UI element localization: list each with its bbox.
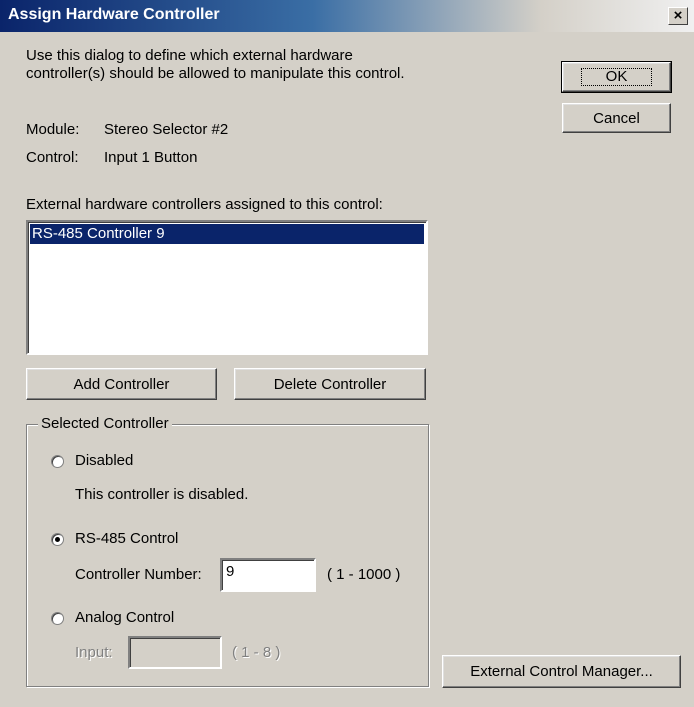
module-label: Module: — [26, 121, 80, 138]
external-control-manager-button[interactable]: External Control Manager... — [442, 655, 681, 688]
control-value: Input 1 Button — [104, 149, 198, 166]
analog-input-range: ( 1 - 8 ) — [232, 644, 281, 661]
add-controller-label: Add Controller — [73, 375, 170, 393]
close-icon: × — [673, 7, 683, 24]
control-label: Control: — [26, 149, 79, 166]
cancel-button[interactable]: Cancel — [562, 103, 671, 133]
delete-controller-label: Delete Controller — [273, 375, 387, 393]
external-control-manager-label: External Control Manager... — [470, 663, 653, 680]
ok-button[interactable]: OK — [561, 61, 672, 93]
add-controller-button[interactable]: Add Controller — [26, 368, 217, 400]
radio-selected-dot — [55, 537, 60, 542]
analog-input-field[interactable] — [128, 636, 222, 669]
selected-controller-group-label: Selected Controller — [38, 415, 172, 432]
list-item[interactable]: RS-485 Controller 9 — [30, 224, 424, 244]
controller-number-label: Controller Number: — [75, 566, 202, 583]
intro-text-line1: Use this dialog to define which external… — [26, 47, 353, 64]
module-value: Stereo Selector #2 — [104, 121, 229, 138]
controllers-listbox[interactable]: RS-485 Controller 9 — [26, 220, 428, 355]
window-title: Assign Hardware Controller — [8, 6, 220, 23]
dialog-window: Assign Hardware Controller × Use this di… — [0, 0, 694, 707]
intro-text-line2: controller(s) should be allowed to manip… — [26, 65, 405, 82]
cancel-button-label: Cancel — [593, 109, 640, 127]
analog-radio-label[interactable]: Analog Control — [75, 609, 174, 626]
ok-button-label: OK — [580, 68, 653, 86]
delete-controller-button[interactable]: Delete Controller — [234, 368, 426, 400]
disabled-radio[interactable] — [51, 455, 64, 468]
analog-radio[interactable] — [51, 612, 64, 625]
close-button[interactable]: × — [668, 7, 688, 25]
controller-number-input[interactable]: 9 — [220, 558, 316, 592]
controller-number-range: ( 1 - 1000 ) — [327, 566, 401, 583]
disabled-description: This controller is disabled. — [75, 486, 249, 503]
controllers-list-label: External hardware controllers assigned t… — [26, 196, 383, 213]
input-label: Input: — [75, 644, 113, 661]
rs485-radio[interactable] — [51, 533, 64, 546]
rs485-radio-label[interactable]: RS-485 Control — [75, 530, 178, 547]
disabled-radio-label[interactable]: Disabled — [75, 452, 133, 469]
title-bar[interactable]: Assign Hardware Controller × — [0, 0, 694, 32]
